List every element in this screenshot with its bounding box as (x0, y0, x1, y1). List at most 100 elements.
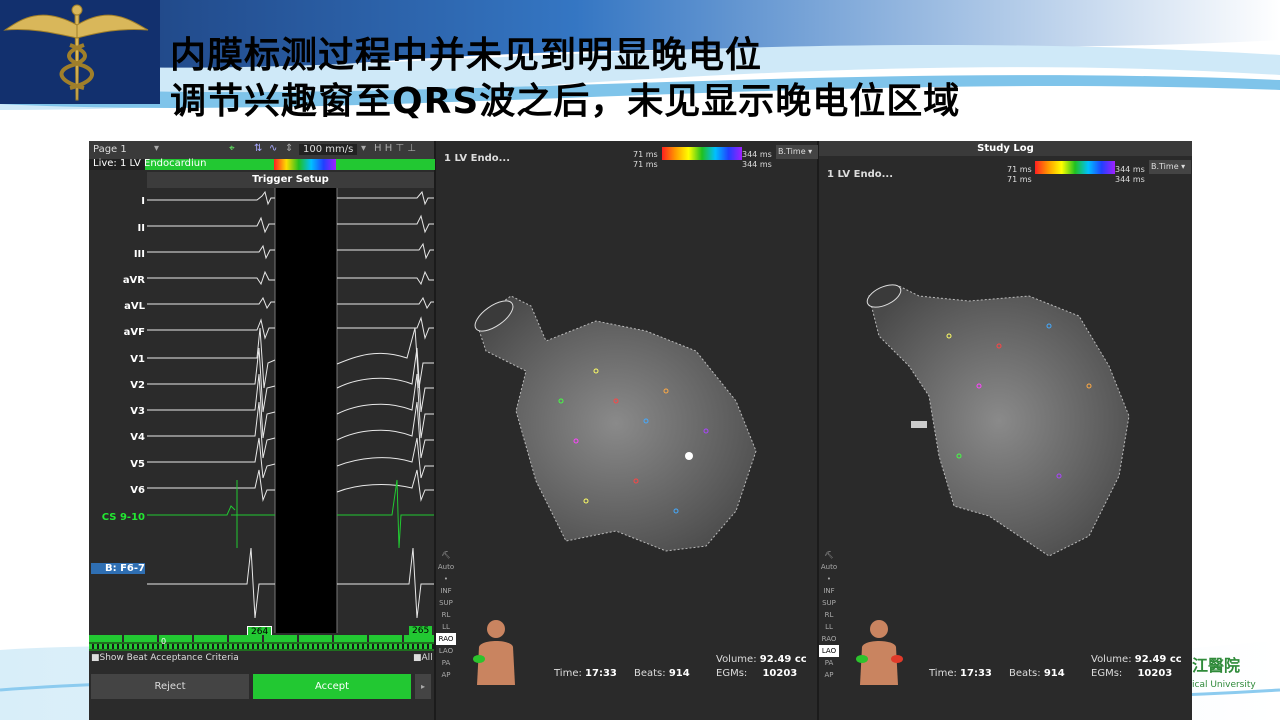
chevron-down-icon[interactable]: ▾ (361, 143, 366, 154)
lead-label-I: I (141, 196, 145, 207)
egms-readout: EGMs: 10203 (1091, 668, 1172, 679)
beat-acceptance-checkbox[interactable]: ■Show Beat Acceptance Criteria (91, 653, 239, 663)
scale-max-top: 344 ms (742, 150, 772, 159)
map-title: 1 LV Endo... (444, 153, 511, 164)
scale-min-bottom: 71 ms (633, 160, 658, 169)
ecg-traces (147, 188, 434, 633)
view-btn-dot[interactable]: • (819, 573, 839, 585)
beats-label: Beats: (1009, 668, 1041, 679)
view-btn-ll[interactable]: LL (436, 621, 456, 633)
lead-label-aVR: aVR (122, 275, 145, 286)
time-readout: Time: 17:33 (929, 668, 992, 679)
caduceus-logo (3, 4, 149, 101)
view-toolbar[interactable]: ⛏ Auto • INF SUP RL LL RAO LAO PA AP (819, 549, 839, 681)
view-btn-sup[interactable]: SUP (819, 597, 839, 609)
lv-anatomy-mesh (474, 295, 757, 552)
color-scale-bar[interactable] (1035, 161, 1115, 174)
lead-label-aVF: aVF (123, 327, 145, 338)
view-btn-inf[interactable]: INF (819, 585, 839, 597)
beats-value: 914 (668, 668, 690, 679)
zoom-in-icon[interactable]: H H ⊤ ⊥ (374, 143, 416, 154)
egms-label: EGMs: (1091, 668, 1123, 679)
study-log-header[interactable]: Study Log (819, 141, 1192, 156)
map-mode-label: B.Time (1151, 162, 1179, 171)
egms-value: 10203 (762, 668, 798, 679)
beat-counter: 0 (161, 637, 167, 646)
accept-button[interactable]: Accept (253, 674, 411, 699)
scale-max-bottom: 344 ms (742, 160, 772, 169)
wave-icon[interactable]: ∿ (269, 143, 277, 154)
speed-select[interactable]: 100 mm/s (299, 144, 358, 155)
trigger-setup-header[interactable]: Trigger Setup (147, 172, 434, 188)
view-btn-ll[interactable]: LL (819, 621, 839, 633)
volume-label: Volume: (1091, 654, 1132, 665)
university-logo-subtext: ical University (1192, 680, 1256, 690)
map-mode-select[interactable]: B.Time ▾ (1149, 160, 1191, 174)
view-btn-rao[interactable]: RAO (819, 633, 839, 645)
beats-value: 914 (1043, 668, 1065, 679)
torso-orientation-icon[interactable] (471, 617, 521, 687)
ecg-panel: Page 1 ▾ ⌖ ⇅ ∿ ⇕ 100 mm/s ▾ H H ⊤ ⊥ Live… (89, 141, 435, 720)
view-btn-rao[interactable]: RAO (436, 633, 456, 645)
map-mode-label: B.Time (778, 147, 806, 156)
egms-value: 10203 (1137, 668, 1173, 679)
beat-strip[interactable]: 0 (89, 635, 434, 651)
egms-readout: EGMs: 10203 (716, 668, 797, 679)
time-value: 17:33 (585, 668, 617, 679)
beats-readout: Beats: 914 (1009, 668, 1065, 679)
view-btn-lao[interactable]: LAO (436, 645, 456, 657)
view-btn-inf[interactable]: INF (436, 585, 456, 597)
lead-label-bipolar[interactable]: B: F6-7 (91, 563, 145, 574)
beat-acceptance-label: Show Beat Acceptance Criteria (99, 653, 239, 663)
view-btn-pa[interactable]: PA (819, 657, 839, 669)
all-checkbox[interactable]: ■All (413, 653, 433, 663)
time-label: Time: (929, 668, 957, 679)
time-label: Time: (554, 668, 582, 679)
view-btn-rl[interactable]: RL (436, 609, 456, 621)
view-btn-rl[interactable]: RL (819, 609, 839, 621)
view-toolbar[interactable]: ⛏ Auto • INF SUP RL LL RAO LAO PA AP (436, 549, 456, 681)
color-scale-bar[interactable] (662, 147, 742, 160)
all-label: All (421, 653, 433, 663)
view-btn-pa[interactable]: PA (436, 657, 456, 669)
slide-title-line2: 调节兴趣窗至QRS波之后，未见显示晚电位区域 (170, 81, 961, 122)
university-logo: 江醫院 ical University (1192, 650, 1280, 700)
live-label: Live: 1 LV Endocardiun (93, 158, 207, 169)
lead-label-V4: V4 (130, 432, 145, 443)
view-btn-auto[interactable]: Auto (819, 561, 839, 573)
volume-value: 92.49 cc (1134, 654, 1182, 665)
lead-label-V5: V5 (130, 459, 145, 470)
view-btn-dot[interactable]: • (436, 573, 456, 585)
scale-max-bottom: 344 ms (1115, 175, 1145, 184)
caliper-icon[interactable]: ⇅ (254, 143, 262, 154)
live-bar: Live: 1 LV Endocardiun (89, 158, 435, 170)
torso-orientation-icon[interactable] (854, 617, 904, 687)
lead-label-III: III (133, 249, 145, 260)
lead-label-V3: V3 (130, 406, 145, 417)
view-btn-auto[interactable]: Auto (436, 561, 456, 573)
scale-icon[interactable]: ⇕ (285, 143, 293, 154)
view-btn-ap[interactable]: AP (436, 669, 456, 681)
map-view-left[interactable]: 1 LV Endo... 71 ms 71 ms 344 ms 344 ms B… (436, 141, 818, 720)
view-btn-sup[interactable]: SUP (436, 597, 456, 609)
volume-readout: Volume: 92.49 cc (716, 654, 807, 665)
lv-anatomy-mesh (866, 284, 1130, 557)
lead-label-cs: CS 9-10 (101, 512, 145, 523)
view-btn-ap[interactable]: AP (819, 669, 839, 681)
view-btn-lao[interactable]: LAO (819, 645, 839, 657)
volume-readout: Volume: 92.49 cc (1091, 654, 1182, 665)
chevron-down-icon[interactable]: ▾ (154, 143, 159, 154)
checkbox-icon[interactable]: ■ (413, 653, 422, 663)
scale-min-top: 71 ms (1007, 165, 1032, 174)
pin-icon[interactable]: ⛏ (819, 549, 839, 561)
page-select[interactable]: Page 1 (93, 144, 127, 155)
lead-label-V1: V1 (130, 354, 145, 365)
checkbox-icon[interactable]: ■ (91, 653, 100, 663)
lead-label-V6: V6 (130, 485, 145, 496)
trigger-icon[interactable]: ⌖ (229, 143, 235, 154)
pin-icon[interactable]: ⛏ (436, 549, 456, 561)
reject-button[interactable]: Reject (91, 674, 249, 699)
map-view-right[interactable]: Study Log 1 LV Endo... 71 ms 71 ms 344 m… (819, 141, 1192, 720)
map-mode-select[interactable]: B.Time ▾ (776, 145, 818, 159)
more-icon[interactable]: ▸ (415, 674, 431, 699)
